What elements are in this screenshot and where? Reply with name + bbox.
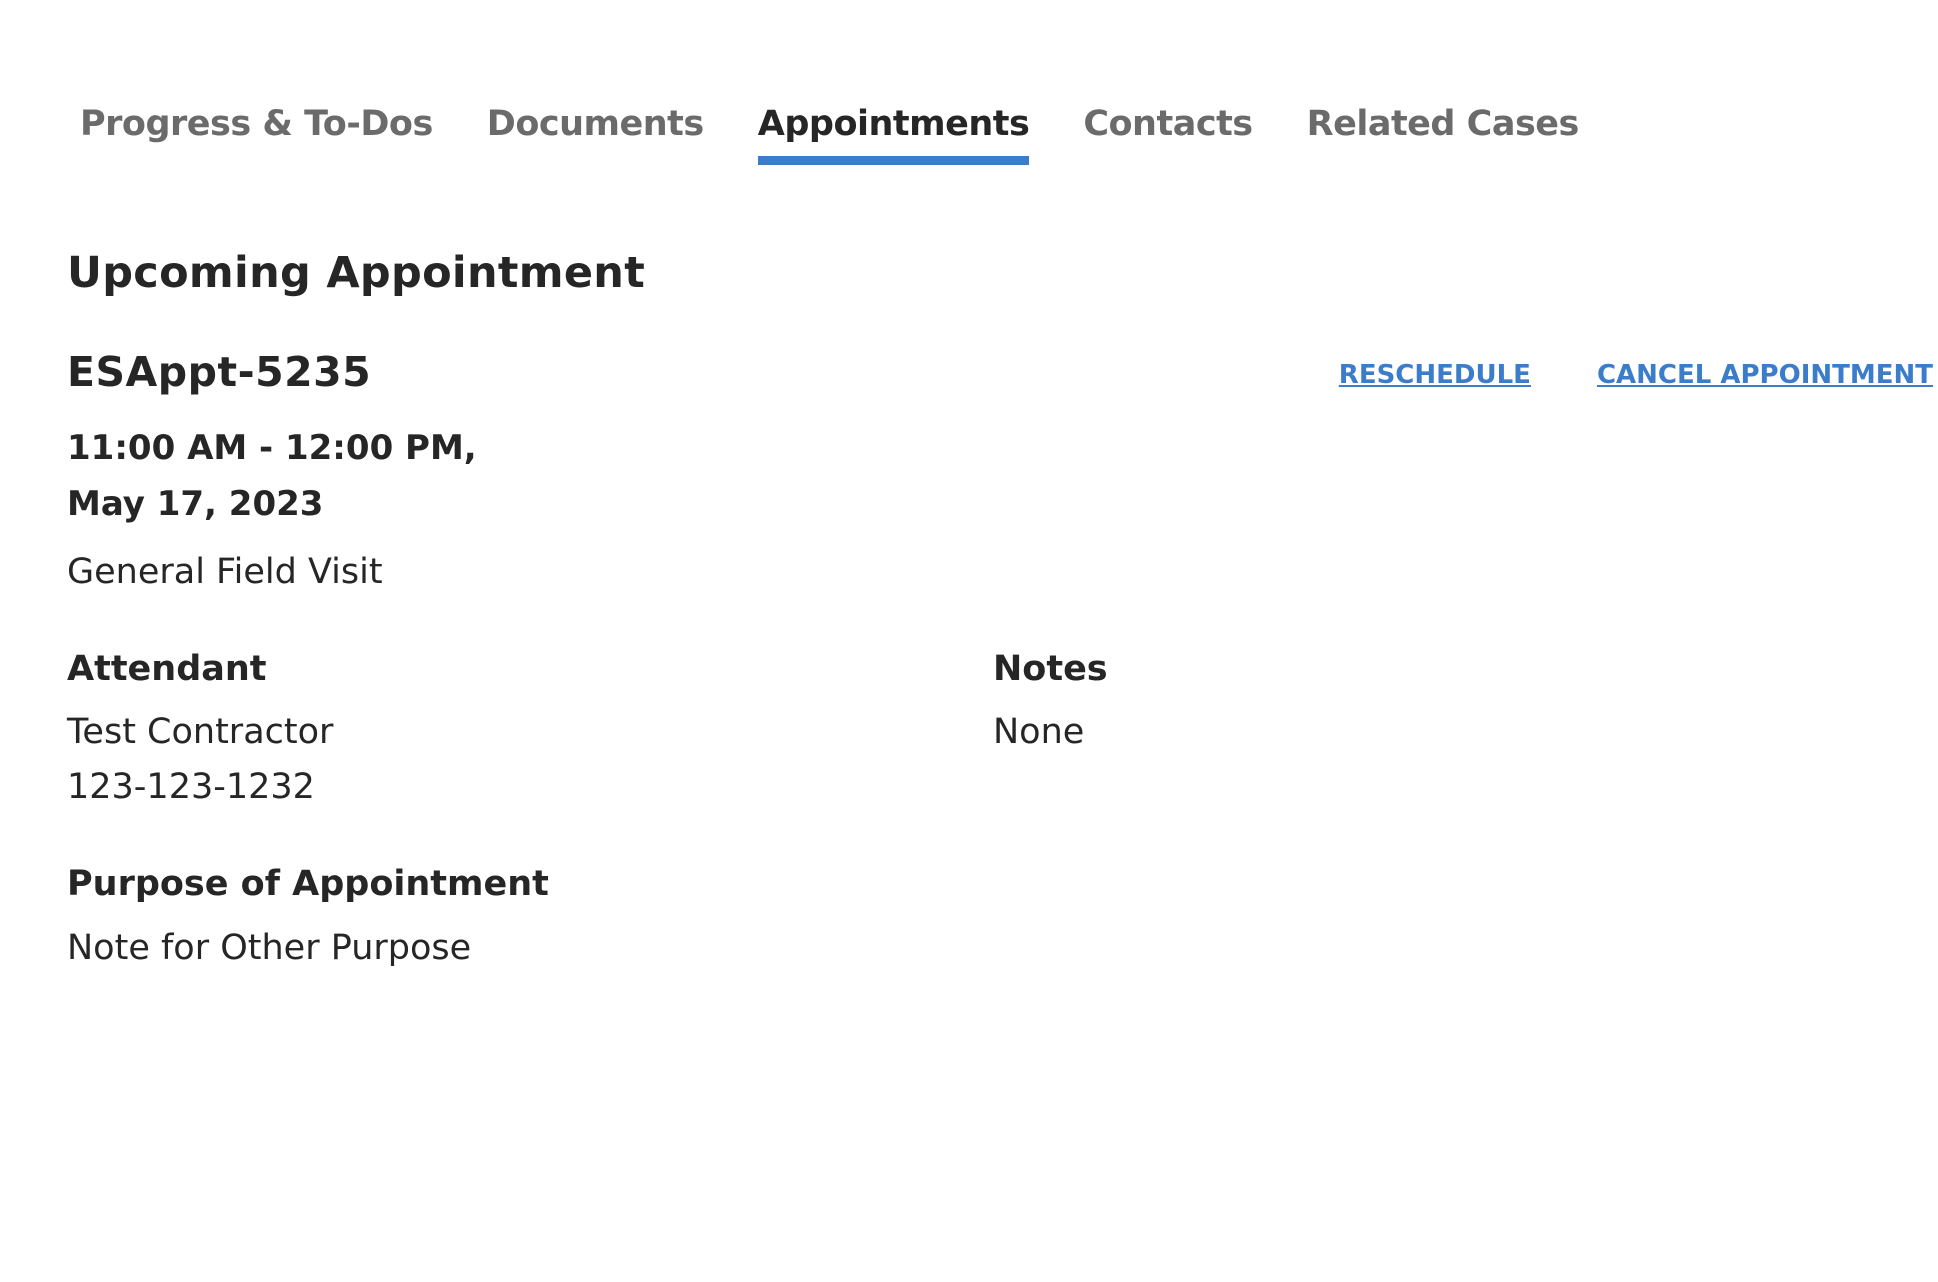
appointment-actions: RESCHEDULE CANCEL APPOINTMENT: [1339, 357, 1933, 393]
appointment-date: May 17, 2023: [67, 484, 324, 524]
appointment-time: 11:00 AM - 12:00 PM,: [67, 428, 477, 468]
tab-documents[interactable]: Documents: [475, 90, 716, 166]
cancel-appointment-link[interactable]: CANCEL APPOINTMENT: [1597, 357, 1933, 393]
tab-appointments[interactable]: Appointments: [746, 90, 1042, 166]
attendant-label: Attendant: [67, 649, 267, 689]
attendant-name: Test Contractor: [67, 712, 334, 752]
tab-bar: Progress & To-Dos Documents Appointments…: [68, 90, 1621, 166]
attendant-info: Test Contractor 123-123-1232: [67, 705, 333, 815]
tab-progress-todos[interactable]: Progress & To-Dos: [68, 90, 445, 166]
tab-related-cases[interactable]: Related Cases: [1295, 90, 1591, 166]
appointment-type: General Field Visit: [67, 552, 383, 592]
purpose-label: Purpose of Appointment: [67, 864, 549, 904]
purpose-value: Note for Other Purpose: [67, 928, 472, 968]
notes-label: Notes: [993, 649, 1108, 689]
appointment-datetime: 11:00 AM - 12:00 PM, May 17, 2023: [67, 420, 587, 532]
tab-contacts[interactable]: Contacts: [1071, 90, 1264, 166]
section-heading: Upcoming Appointment: [67, 248, 646, 298]
appointment-id: ESAppt-5235: [67, 348, 372, 396]
reschedule-link[interactable]: RESCHEDULE: [1339, 357, 1531, 393]
notes-value: None: [993, 712, 1085, 752]
attendant-phone: 123-123-1232: [67, 767, 315, 807]
